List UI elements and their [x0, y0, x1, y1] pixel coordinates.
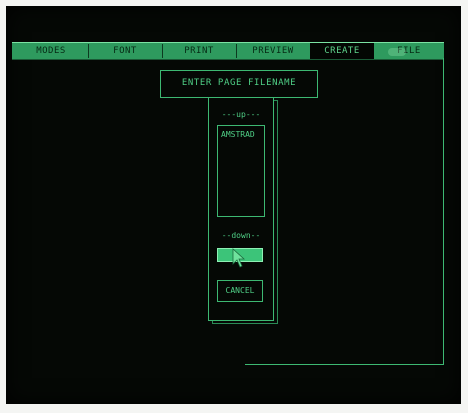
screen-glare: [388, 48, 406, 56]
file-selector-dialog: ---up--- AMSTRAD --down-- CANCEL: [208, 97, 274, 321]
dialog-title-box: ENTER PAGE FILENAME: [160, 70, 318, 98]
menu-separator: [162, 44, 163, 58]
menu-item-create[interactable]: CREATE: [310, 43, 374, 59]
list-item[interactable]: AMSTRAD: [221, 130, 255, 139]
scroll-down-button[interactable]: --down--: [209, 231, 273, 240]
cancel-button[interactable]: CANCEL: [217, 280, 263, 302]
dialog-title: ENTER PAGE FILENAME: [181, 78, 297, 88]
scroll-up-button[interactable]: ---up---: [209, 110, 273, 119]
menu-item-preview[interactable]: PREVIEW: [240, 43, 306, 59]
menu-separator: [88, 44, 89, 58]
arrow-pointer-icon: [232, 248, 245, 268]
file-list[interactable]: AMSTRAD: [217, 125, 265, 217]
menu-item-font[interactable]: FONT: [92, 43, 158, 59]
menu-item-print[interactable]: PRINT: [166, 43, 232, 59]
menu-item-modes[interactable]: MODES: [18, 43, 84, 59]
menu-separator: [236, 44, 237, 58]
